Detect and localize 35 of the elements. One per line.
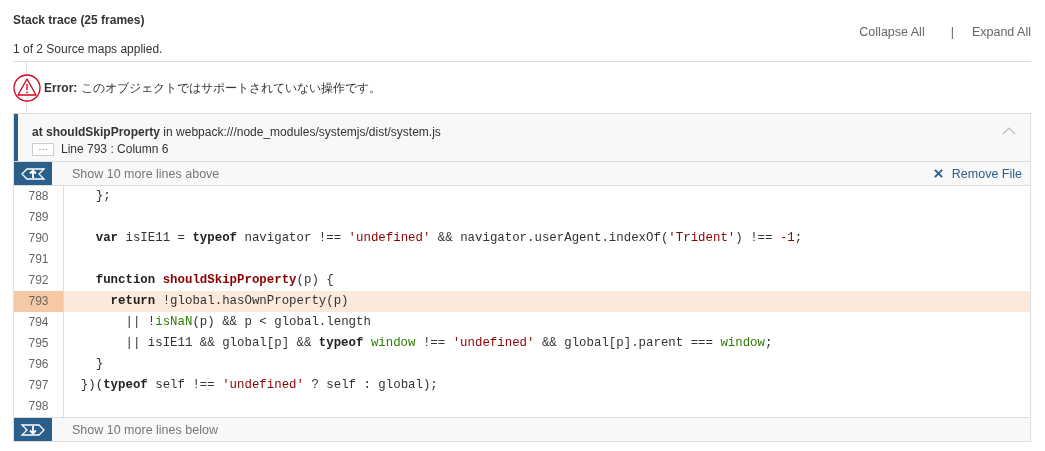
line-number: 791: [14, 249, 64, 270]
line-number: 789: [14, 207, 64, 228]
ellipsis-button[interactable]: ···: [32, 142, 54, 156]
line-number: 797: [14, 375, 64, 396]
close-icon: [933, 169, 943, 178]
frame-location: at shouldSkipProperty in webpack:///node_modules/systemjs/dist/system.js: [32, 124, 441, 141]
show-more-above-link[interactable]: Show 10 more lines above: [72, 166, 220, 181]
code-line: function shouldSkipProperty(p) {: [94, 272, 334, 289]
line-number: 793: [14, 291, 64, 312]
collapse-all-link[interactable]: Collapse All: [859, 25, 925, 39]
stack-trace-title: Stack trace (25 frames): [13, 12, 146, 29]
code-line: })(typeof self !== 'undefined' ? self : global);: [79, 377, 438, 394]
separator: |: [949, 25, 954, 39]
arrow-down-icon: [20, 422, 46, 437]
expand-above-button[interactable]: [14, 162, 52, 185]
code-line: || isIE11 && global[p] && typeof window !== 'undefined' && global[p].parent === window;: [124, 335, 773, 352]
code-line: var isIE11 = typeof navigator !== 'undefined' && navigator.userAgent.indexOf('Trident') !== -1;: [94, 230, 803, 247]
expand-below-button[interactable]: [14, 418, 52, 441]
line-number: 788: [14, 186, 64, 207]
error-message: Error: このオブジェクトではサポートされていない操作です。: [44, 79, 381, 97]
line-number: 794: [14, 312, 64, 333]
line-column-text: Line 793 : Column 6: [61, 142, 169, 156]
line-number: 796: [14, 354, 64, 375]
source-maps-text: 1 of 2 Source maps applied.: [13, 41, 163, 58]
arrow-up-icon: [20, 166, 46, 181]
line-number: 790: [14, 228, 64, 249]
code-line: };: [94, 188, 111, 205]
warning-icon: [13, 74, 41, 102]
code-line: || !isNaN(p) && p < global.length: [124, 314, 371, 331]
code-line: return !global.hasOwnProperty(p): [109, 293, 349, 310]
code-line: }: [94, 356, 104, 373]
show-more-below-link[interactable]: Show 10 more lines below: [72, 422, 218, 437]
expand-all-link[interactable]: Expand All: [971, 25, 1031, 39]
remove-file-link[interactable]: Remove File: [933, 166, 1022, 181]
line-number: 795: [14, 333, 64, 354]
